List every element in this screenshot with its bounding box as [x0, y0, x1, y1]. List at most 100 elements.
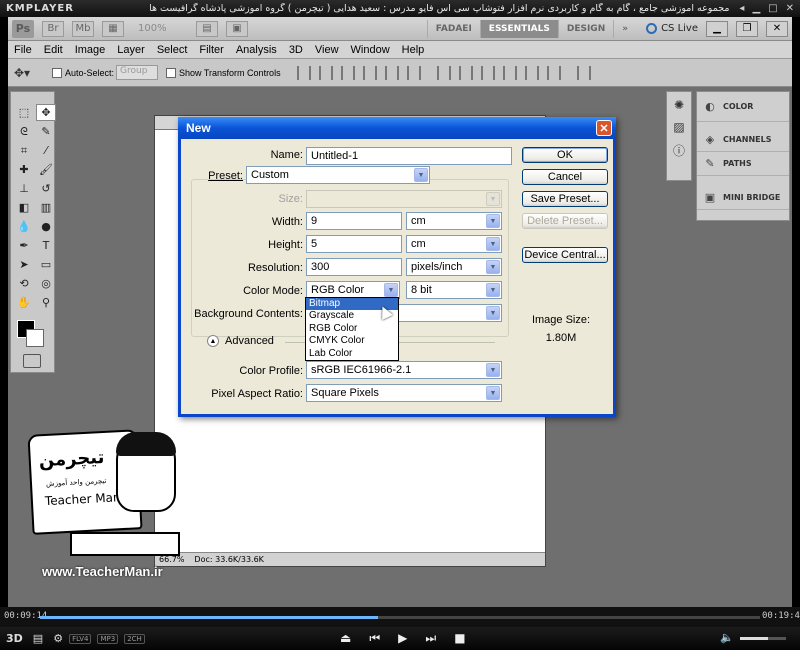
menu-file[interactable]: File [8, 44, 38, 56]
menu-analysis[interactable]: Analysis [230, 44, 283, 56]
preset-select[interactable]: Custom ▼ [246, 166, 430, 184]
name-input[interactable]: Untitled-1 [306, 147, 512, 165]
menu-view[interactable]: View [309, 44, 345, 56]
cancel-button[interactable]: Cancel [522, 169, 608, 185]
shape-tool-icon[interactable]: ▭ [36, 256, 56, 273]
menu-select[interactable]: Select [151, 44, 194, 56]
resolution-input[interactable]: 300 [306, 258, 402, 276]
ps-minimize-icon[interactable]: ▁ [706, 20, 728, 37]
appbar-zoom-level[interactable]: 100% [138, 21, 188, 37]
3d-panel-icon[interactable]: ✺ [674, 98, 684, 112]
background-color-swatch[interactable] [26, 329, 44, 347]
distribute-bottom-icon[interactable] [480, 65, 495, 80]
color-mode-option-rgb[interactable]: RGB Color [306, 323, 398, 335]
distribute-hcenter-icon[interactable] [524, 65, 539, 80]
menu-filter[interactable]: Filter [193, 44, 229, 56]
distribute-vcenter-icon[interactable] [458, 65, 473, 80]
play-icon[interactable]: ▶ [398, 631, 407, 646]
hand-tool-icon[interactable]: ✋ [14, 294, 34, 311]
auto-select-target[interactable]: Group [116, 65, 159, 80]
pixel-aspect-select[interactable]: Square Pixels ▼ [306, 384, 502, 402]
dialog-close-icon[interactable]: ✕ [596, 120, 612, 136]
type-tool-icon[interactable]: T [36, 237, 56, 254]
ps-restore-icon[interactable]: ❐ [736, 20, 758, 37]
panel-mini-bridge[interactable]: ▣ MINI BRIDGE [697, 186, 789, 210]
bit-depth-select[interactable]: 8 bit ▼ [406, 281, 502, 299]
info-panel-icon[interactable]: ⓘ [673, 142, 685, 159]
auto-select-check[interactable] [52, 67, 62, 78]
history-brush-icon[interactable]: ↺ [36, 180, 56, 197]
distribute-top-icon[interactable] [436, 65, 451, 80]
stop-icon[interactable]: ■ [454, 631, 465, 646]
close-icon[interactable]: ✕ [786, 3, 794, 14]
color-profile-select[interactable]: sRGB IEC61966-2.1 ▼ [306, 361, 502, 379]
marquee-tool-icon[interactable]: ⬚ [14, 104, 34, 121]
width-input[interactable]: 9 [306, 212, 402, 230]
pin-icon[interactable]: ◂ [739, 3, 744, 14]
distribute-right-icon[interactable] [546, 65, 561, 80]
move-tool-preset-icon[interactable]: ✥▾ [14, 63, 44, 83]
collapse-icon[interactable]: ▲ [207, 335, 219, 347]
quick-mask-icon[interactable] [23, 354, 41, 368]
pen-tool-icon[interactable]: ✒ [14, 237, 34, 254]
auto-select-checkbox[interactable]: Auto-Select: [52, 67, 114, 78]
eraser-tool-icon[interactable]: ◧ [14, 199, 34, 216]
volume-slider[interactable] [740, 637, 786, 640]
brush-tool-icon[interactable]: 🖌 [36, 161, 56, 178]
healing-brush-icon[interactable]: ✚ [14, 161, 34, 178]
mini-bridge-icon[interactable]: Mb [72, 20, 94, 37]
height-unit-select[interactable]: cm ▼ [406, 235, 502, 253]
auto-align-icon[interactable] [576, 65, 591, 80]
distribute-left-icon[interactable] [502, 65, 517, 80]
blur-tool-icon[interactable]: 💧 [14, 218, 34, 235]
panel-channels[interactable]: ◈ CHANNELS [697, 128, 789, 152]
resolution-unit-select[interactable]: pixels/inch ▼ [406, 258, 502, 276]
menu-3d[interactable]: 3D [283, 44, 309, 56]
3d-orbit-icon[interactable]: ◎ [36, 275, 56, 292]
seek-track[interactable] [40, 616, 760, 619]
show-transform-checkbox[interactable]: Show Transform Controls [166, 67, 281, 78]
dodge-tool-icon[interactable]: ● [36, 218, 56, 235]
panel-paths[interactable]: ✎ PATHS [697, 152, 789, 176]
document-info[interactable]: Doc: 33.6K/33.6K [194, 555, 264, 564]
advanced-toggle[interactable]: ▲ Advanced [207, 335, 274, 347]
arrange-documents-icon[interactable]: ▤ [196, 20, 218, 37]
color-mode-option-lab[interactable]: Lab Color [306, 348, 398, 360]
menu-layer[interactable]: Layer [111, 44, 151, 56]
align-vcenter-icon[interactable] [318, 65, 333, 80]
panel-color[interactable]: ◐ COLOR [697, 92, 789, 122]
clone-stamp-icon[interactable]: ⊥ [14, 180, 34, 197]
maximize-icon[interactable]: □ [768, 3, 777, 14]
gradient-tool-icon[interactable]: ▥ [36, 199, 56, 216]
3d-mode-button[interactable]: 3D [6, 632, 23, 645]
workspace-design[interactable]: DESIGN [557, 19, 613, 38]
view-extras-icon[interactable]: ▦ [102, 20, 124, 37]
bridge-icon[interactable]: Br [42, 20, 64, 37]
align-bottom-icon[interactable] [340, 65, 355, 80]
device-central-button[interactable]: Device Central... [522, 247, 608, 263]
align-right-icon[interactable] [406, 65, 421, 80]
workspace-fadaei[interactable]: FADAEI [426, 19, 480, 38]
ok-button[interactable]: OK [522, 147, 608, 163]
3d-rotate-icon[interactable]: ⟲ [14, 275, 34, 292]
settings-gear-icon[interactable]: ⚙ [53, 632, 63, 645]
image-panel-icon[interactable]: ▨ [673, 120, 684, 134]
next-icon[interactable]: ⏭ [425, 631, 436, 646]
menu-image[interactable]: Image [69, 44, 112, 56]
eject-icon[interactable]: ⏏ [340, 631, 351, 646]
menu-window[interactable]: Window [345, 44, 396, 56]
align-top-icon[interactable] [296, 65, 311, 80]
lasso-tool-icon[interactable]: ᘓ [14, 123, 34, 140]
save-preset-button[interactable]: Save Preset... [522, 191, 608, 207]
eyedropper-tool-icon[interactable]: ⁄ [36, 142, 56, 159]
playlist-icon[interactable]: ▤ [33, 632, 43, 645]
move-tool-icon[interactable]: ✥ [36, 104, 56, 121]
path-select-icon[interactable]: ➤ [14, 256, 34, 273]
ps-close-icon[interactable]: ✕ [766, 20, 788, 37]
align-hcenter-icon[interactable] [384, 65, 399, 80]
menu-help[interactable]: Help [396, 44, 431, 56]
workspace-essentials[interactable]: ESSENTIALS [479, 19, 558, 38]
player-seekbar[interactable]: 00:09:14 00:19:42 [0, 607, 800, 627]
minimize-icon[interactable]: ▁ [752, 3, 760, 14]
crop-tool-icon[interactable]: ⌗ [14, 142, 34, 159]
